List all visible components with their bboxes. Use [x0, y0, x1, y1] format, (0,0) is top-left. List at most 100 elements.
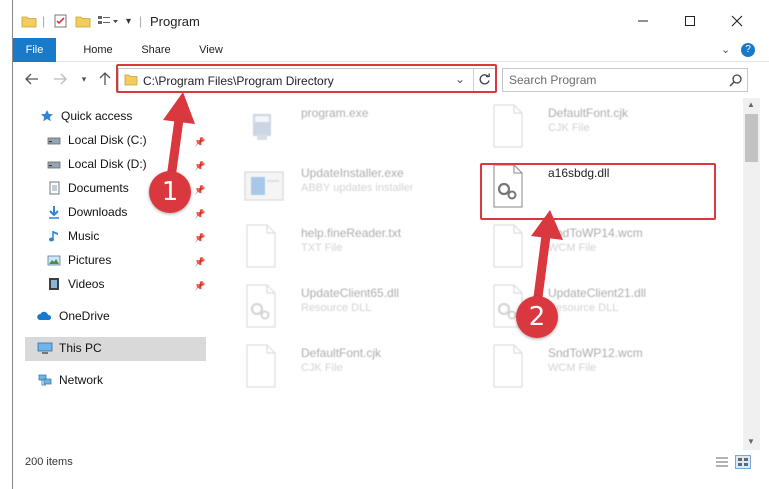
- file-name: help.fineReader.txt: [301, 226, 402, 240]
- details-view-icon[interactable]: [715, 456, 729, 471]
- sidebar-item-local-disk-c[interactable]: Local Disk (C:): [46, 129, 147, 151]
- file-type: TXT File: [301, 242, 343, 254]
- file-name: program.exe: [301, 106, 369, 120]
- music-icon: [46, 228, 62, 244]
- videos-icon: [46, 276, 62, 292]
- sidebar-item-documents[interactable]: Documents: [46, 177, 129, 199]
- folder-icon: [21, 13, 37, 29]
- view-options-icon[interactable]: [97, 13, 119, 29]
- file-item[interactable]: DefaultFont.cjk CJK File: [221, 338, 451, 394]
- file-name: SndToWP12.wcm: [548, 346, 643, 360]
- file-item[interactable]: help.fineReader.txt TXT File: [221, 218, 451, 274]
- sidebar-item-label: Music: [68, 229, 100, 243]
- file-type: WCM File: [548, 242, 597, 254]
- file-list: program.exe DefaultFont.cjk CJK File Upd…: [221, 98, 743, 450]
- file-type: Resource DLL: [548, 302, 619, 314]
- expand-ribbon-icon[interactable]: ⌄: [721, 43, 730, 56]
- documents-icon: [46, 180, 62, 196]
- star-icon: [39, 108, 55, 124]
- file-item[interactable]: SndToWP12.wcm WCM File: [468, 338, 698, 394]
- file-type: WCM File: [548, 362, 597, 374]
- address-highlight: [116, 64, 497, 93]
- item-count: 200 items: [25, 456, 73, 468]
- computer-icon: [37, 340, 53, 356]
- sidebar-item-onedrive[interactable]: OneDrive: [37, 305, 110, 327]
- tab-home[interactable]: Home: [77, 38, 119, 62]
- scrollbar-thumb[interactable]: [745, 114, 758, 162]
- scroll-down-icon[interactable]: ▼: [747, 437, 755, 446]
- sidebar-item-music[interactable]: Music: [46, 225, 99, 247]
- step-badge-1: 1: [149, 171, 191, 213]
- document-icon: [243, 224, 279, 268]
- customize-toolbar-icon[interactable]: ▾: [126, 13, 131, 29]
- forward-button[interactable]: [51, 70, 69, 88]
- separator: |: [42, 14, 46, 28]
- new-folder-icon[interactable]: [75, 13, 91, 29]
- file-name: SndToWP14.wcm: [548, 226, 643, 240]
- pin-icon[interactable]: 📌: [194, 185, 205, 195]
- document-icon: [490, 224, 526, 268]
- separator: |: [139, 14, 143, 28]
- exe-file-icon: [243, 104, 279, 148]
- sidebar-item-label: Videos: [68, 277, 105, 291]
- file-type: ABBY updates installer: [301, 182, 414, 194]
- file-type: CJK File: [301, 362, 343, 374]
- file-name: DefaultFont.cjk: [548, 106, 629, 120]
- search-box[interactable]: [502, 68, 748, 92]
- sidebar-item-label: Pictures: [68, 253, 112, 267]
- title-bar: | ▾ | Program: [13, 0, 769, 38]
- pin-icon[interactable]: 📌: [194, 257, 205, 267]
- file-item[interactable]: SndToWP14.wcm WCM File: [468, 218, 698, 274]
- up-button[interactable]: [96, 70, 114, 88]
- back-button[interactable]: [23, 70, 41, 88]
- tab-share[interactable]: Share: [135, 38, 177, 62]
- pin-icon[interactable]: 📌: [194, 233, 205, 243]
- large-icons-view-icon[interactable]: [735, 455, 751, 469]
- search-input[interactable]: [509, 72, 719, 88]
- minimize-button[interactable]: [633, 12, 653, 30]
- sidebar-item-label: Local Disk (D:): [68, 157, 147, 171]
- file-item[interactable]: UpdateClient21.dll Resource DLL: [468, 278, 698, 334]
- sidebar-item-label: Network: [59, 373, 104, 387]
- drive-icon: [46, 156, 62, 172]
- file-item[interactable]: program.exe: [221, 98, 451, 154]
- sidebar-item-label: Downloads: [68, 205, 128, 219]
- scroll-up-icon[interactable]: ▲: [747, 100, 755, 109]
- sidebar-item-local-disk-d[interactable]: Local Disk (D:): [46, 153, 147, 175]
- maximize-button[interactable]: [680, 12, 700, 30]
- tab-view[interactable]: View: [193, 38, 229, 62]
- document-icon: [490, 104, 526, 148]
- step-badge-2: 2: [516, 296, 558, 338]
- sidebar-item-network[interactable]: Network: [37, 369, 103, 391]
- document-icon: [490, 344, 526, 388]
- properties-icon[interactable]: [53, 13, 69, 29]
- dll-file-icon: [243, 284, 279, 328]
- sidebar-item-pictures[interactable]: Pictures: [46, 249, 111, 271]
- sidebar-item-downloads[interactable]: Downloads: [46, 201, 127, 223]
- recent-locations-icon[interactable]: ▾: [75, 70, 93, 88]
- pin-icon[interactable]: 📌: [194, 137, 205, 147]
- pin-icon[interactable]: 📌: [194, 281, 205, 291]
- file-type: CJK File: [548, 122, 590, 134]
- drive-icon: [46, 132, 62, 148]
- sidebar-item-label: Documents: [68, 181, 129, 195]
- file-item[interactable]: UpdateClient65.dll Resource DLL: [221, 278, 451, 334]
- search-icon[interactable]: [729, 73, 743, 90]
- onedrive-icon: [37, 308, 53, 324]
- help-icon[interactable]: ?: [741, 43, 755, 57]
- file-highlight: [480, 163, 716, 220]
- file-item[interactable]: DefaultFont.cjk CJK File: [468, 98, 698, 154]
- installer-icon: [243, 164, 284, 208]
- ribbon-tabs: File Home Share View ⌄ ?: [13, 38, 769, 94]
- sidebar-item-quick-access[interactable]: Quick access: [39, 105, 132, 127]
- close-button[interactable]: [727, 12, 747, 30]
- pin-icon[interactable]: 📌: [194, 161, 205, 171]
- sidebar-item-label: OneDrive: [59, 309, 110, 323]
- file-name: UpdateClient21.dll: [548, 286, 647, 300]
- vertical-scrollbar[interactable]: ▲ ▼: [743, 98, 760, 450]
- pin-icon[interactable]: 📌: [194, 209, 205, 219]
- sidebar-item-videos[interactable]: Videos: [46, 273, 104, 295]
- sidebar-item-label: Quick access: [61, 109, 133, 123]
- file-item[interactable]: UpdateInstaller.exe ABBY updates install…: [221, 158, 451, 214]
- sidebar-item-this-pc[interactable]: This PC: [37, 337, 102, 359]
